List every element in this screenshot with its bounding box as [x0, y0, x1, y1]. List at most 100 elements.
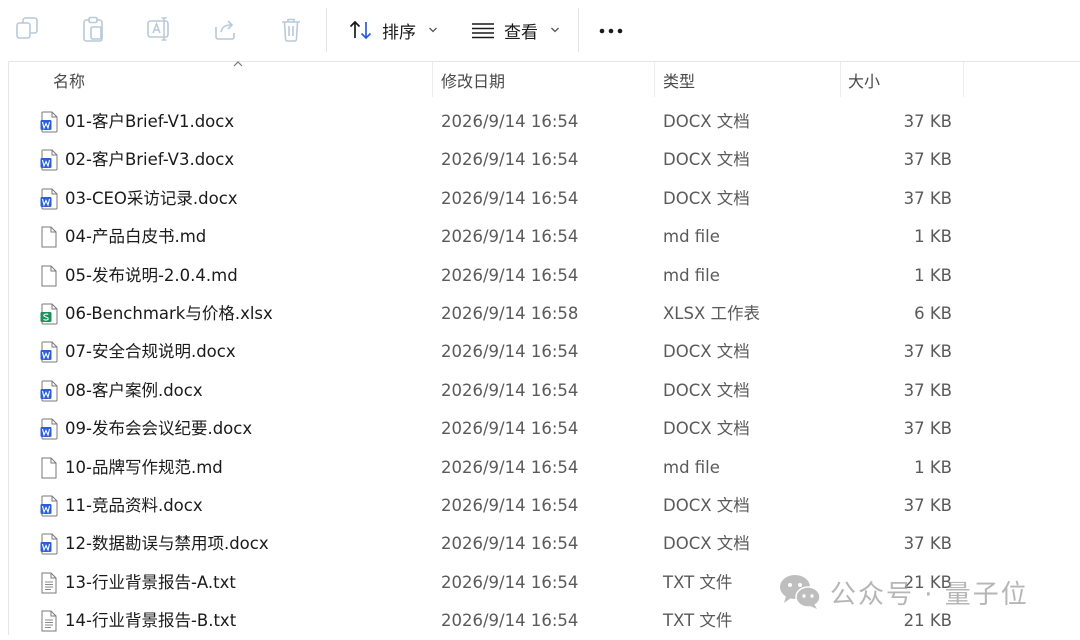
file-name: 13-行业背景报告-A.txt — [65, 572, 236, 592]
file-size: 6 KB — [914, 304, 952, 323]
delete-icon[interactable] — [278, 15, 304, 43]
column-header-type[interactable]: 类型 — [663, 62, 695, 97]
column-header-name[interactable]: 名称 — [53, 62, 85, 97]
spreadsheet-icon — [40, 303, 58, 325]
toolbar-divider — [326, 8, 327, 52]
file-name: 03-CEO采访记录.docx — [65, 188, 238, 208]
sort-ascending-icon — [232, 60, 244, 68]
file-name: 11-竞品资料.docx — [65, 496, 203, 515]
word-doc-icon — [40, 533, 58, 555]
file-modified-date: 2026/9/14 16:54 — [441, 457, 579, 477]
text-file-icon — [40, 610, 58, 632]
file-type: DOCX 文档 — [663, 496, 750, 515]
column-divider[interactable] — [432, 62, 433, 97]
file-row[interactable]: 06-Benchmark与价格.xlsx 2026/9/14 16:58 XLSX … — [10, 295, 1070, 333]
file-row[interactable]: 01-客户Brief-V1.docx 2026/9/14 16:54 DOCX 文档… — [10, 103, 1070, 141]
text-file-icon — [40, 572, 58, 594]
word-doc-icon — [40, 341, 58, 363]
chevron-down-icon — [550, 26, 560, 34]
column-divider[interactable] — [963, 62, 964, 97]
file-size: 37 KB — [903, 150, 952, 170]
word-doc-icon — [40, 111, 58, 133]
file-row[interactable]: 08-客户案例.docx 2026/9/14 16:54 DOCX 文档 37 KB — [10, 372, 1070, 410]
sort-button[interactable]: 排序 — [348, 14, 438, 46]
column-header-modified[interactable]: 修改日期 — [441, 62, 505, 97]
blank-file-icon — [40, 265, 58, 287]
file-name: 05-发布说明-2.0.4.md — [65, 265, 238, 285]
toolbar-divider — [578, 8, 579, 52]
file-row[interactable]: 11-竞品资料.docx 2026/9/14 16:54 DOCX 文档 37 KB — [10, 487, 1070, 525]
view-label: 查看 — [504, 22, 538, 43]
pane-border — [8, 62, 9, 635]
command-bar: 排序 查看 — [0, 0, 1080, 62]
view-list-icon — [470, 18, 496, 42]
file-modified-date: 2026/9/14 16:54 — [441, 496, 579, 515]
file-type: DOCX 文档 — [663, 342, 750, 362]
file-name: 01-客户Brief-V1.docx — [65, 112, 235, 131]
file-modified-date: 2026/9/14 16:54 — [441, 534, 579, 554]
file-size: 1 KB — [914, 227, 952, 247]
share-icon[interactable] — [212, 15, 238, 43]
word-doc-icon — [40, 495, 58, 517]
file-size: 37 KB — [903, 112, 952, 131]
file-modified-date: 2026/9/14 16:54 — [441, 150, 579, 170]
file-type: TXT 文件 — [663, 572, 733, 592]
file-name: 08-客户案例.docx — [65, 380, 203, 400]
file-name: 10-品牌写作规范.md — [65, 457, 223, 477]
file-type: md file — [663, 227, 720, 247]
paste-icon[interactable] — [80, 15, 106, 43]
file-type: XLSX 工作表 — [663, 304, 761, 323]
column-header-size[interactable]: 大小 — [848, 62, 880, 97]
watermark-text: 公众号 · 量子位 — [830, 579, 1029, 610]
wechat-watermark: 公众号 · 量子位 — [778, 570, 1029, 614]
rename-icon[interactable] — [146, 15, 172, 43]
file-row[interactable]: 12-数据勘误与禁用项.docx 2026/9/14 16:54 DOCX 文档 37… — [10, 525, 1070, 563]
file-modified-date: 2026/9/14 16:58 — [441, 304, 579, 323]
file-name: 04-产品白皮书.md — [65, 227, 207, 247]
file-type: DOCX 文档 — [663, 380, 750, 400]
wechat-logo-icon — [778, 572, 822, 612]
toolbar-border — [8, 61, 1080, 62]
file-row[interactable]: 09-发布会会议纪要.docx 2026/9/14 16:54 DOCX 文档 37 … — [10, 410, 1070, 448]
file-type: DOCX 文档 — [663, 188, 750, 208]
column-divider[interactable] — [654, 62, 655, 97]
blank-file-icon — [40, 226, 58, 248]
chevron-down-icon — [428, 26, 438, 34]
view-button[interactable]: 查看 — [470, 14, 560, 46]
file-modified-date: 2026/9/14 16:54 — [441, 112, 579, 131]
file-type: DOCX 文档 — [663, 534, 750, 554]
file-name: 06-Benchmark与价格.xlsx — [65, 304, 273, 323]
file-name: 07-安全合规说明.docx — [65, 342, 236, 362]
file-modified-date: 2026/9/14 16:54 — [441, 227, 579, 247]
blank-file-icon — [40, 457, 58, 479]
file-type: DOCX 文档 — [663, 150, 750, 170]
file-size: 1 KB — [914, 457, 952, 477]
file-size: 37 KB — [903, 534, 952, 554]
file-name: 12-数据勘误与禁用项.docx — [65, 534, 269, 554]
file-size: 1 KB — [914, 265, 952, 285]
file-row[interactable]: 05-发布说明-2.0.4.md 2026/9/14 16:54 md file 1 … — [10, 257, 1070, 295]
file-row[interactable]: 10-品牌写作规范.md 2026/9/14 16:54 md file 1 KB — [10, 449, 1070, 487]
file-size: 37 KB — [903, 496, 952, 515]
word-doc-icon — [40, 149, 58, 171]
file-row[interactable]: 03-CEO采访记录.docx 2026/9/14 16:54 DOCX 文档 37 … — [10, 180, 1070, 218]
file-type: md file — [663, 265, 720, 285]
column-divider[interactable] — [840, 62, 841, 97]
file-type: DOCX 文档 — [663, 419, 750, 439]
file-modified-date: 2026/9/14 16:54 — [441, 572, 579, 592]
file-name: 02-客户Brief-V3.docx — [65, 150, 235, 170]
file-modified-date: 2026/9/14 16:54 — [441, 419, 579, 439]
file-type: DOCX 文档 — [663, 112, 750, 131]
file-size: 37 KB — [903, 342, 952, 362]
file-size: 37 KB — [903, 419, 952, 439]
file-row[interactable]: 04-产品白皮书.md 2026/9/14 16:54 md file 1 KB — [10, 218, 1070, 256]
file-row[interactable]: 07-安全合规说明.docx 2026/9/14 16:54 DOCX 文档 37 K… — [10, 333, 1070, 371]
word-doc-icon — [40, 418, 58, 440]
file-name: 14-行业背景报告-B.txt — [65, 611, 237, 631]
more-options-icon[interactable] — [598, 28, 624, 34]
file-modified-date: 2026/9/14 16:54 — [441, 611, 579, 631]
file-size: 37 KB — [903, 188, 952, 208]
file-row[interactable]: 02-客户Brief-V3.docx 2026/9/14 16:54 DOCX 文档… — [10, 141, 1070, 179]
file-modified-date: 2026/9/14 16:54 — [441, 380, 579, 400]
copy-icon[interactable] — [14, 15, 40, 43]
